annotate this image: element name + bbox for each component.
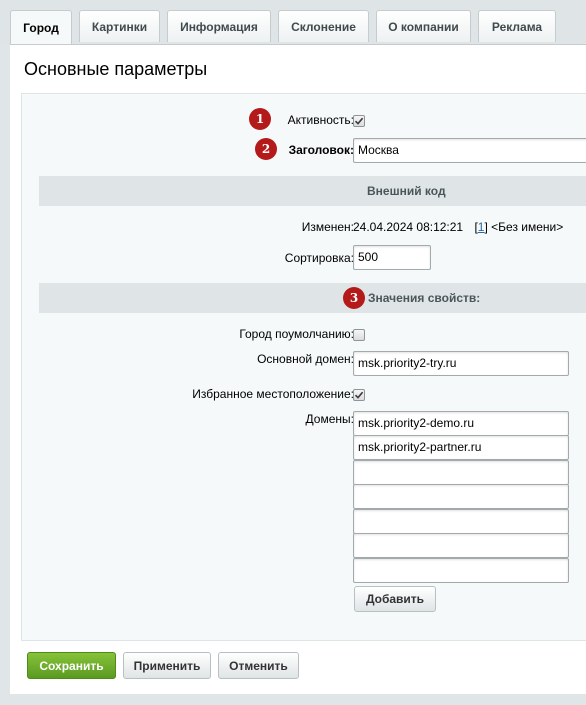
main-domain-input[interactable]: msk.priority2-try.ru <box>353 351 569 376</box>
step-badge-3: 3 <box>343 287 365 309</box>
favorite-location-label: Избранное местоположение: <box>192 387 354 401</box>
section-title: Внешний код <box>367 184 446 198</box>
active-label: Активность: <box>287 113 354 127</box>
main-panel: Основные параметры 1 Активность: 2 Загол… <box>10 44 586 694</box>
tab-declension[interactable]: Склонение <box>278 10 369 42</box>
checkmark-icon <box>354 391 364 399</box>
modified-datetime: 24.04.2024 08:12:21 <box>353 220 464 234</box>
modified-label: Изменен: <box>301 220 354 234</box>
tab-label: Город <box>23 20 59 35</box>
tab-information[interactable]: Информация <box>167 10 271 42</box>
tab-label: Информация <box>180 19 258 34</box>
cancel-button[interactable]: Отменить <box>218 652 299 679</box>
bracket-close: ] <box>484 220 488 234</box>
domains-label: Домены: <box>305 412 354 426</box>
section-title: Значения свойств: <box>368 291 481 305</box>
active-checkbox[interactable] <box>353 115 365 127</box>
domain-input[interactable] <box>353 533 569 558</box>
sort-input[interactable]: 500 <box>353 245 431 270</box>
domain-input[interactable]: msk.priority2-partner.ru <box>353 435 569 460</box>
add-domain-button[interactable]: Добавить <box>354 586 436 612</box>
properties-section: 3 Значения свойств: <box>39 283 586 313</box>
save-button[interactable]: Сохранить <box>27 652 116 679</box>
external-code-section: Внешний код <box>39 176 586 206</box>
domain-input[interactable] <box>353 509 569 534</box>
modified-value: 24.04.2024 08:12:21 [1] <Без имени> <box>353 220 563 234</box>
checkmark-icon <box>354 117 364 125</box>
default-city-checkbox[interactable] <box>353 329 365 341</box>
sort-label: Сортировка: <box>284 251 354 265</box>
tab-label: Картинки <box>91 19 148 34</box>
tab-images[interactable]: Картинки <box>79 10 160 42</box>
favorite-location-checkbox[interactable] <box>353 389 365 401</box>
tab-label: Склонение <box>291 19 356 34</box>
tab-label: Реклама <box>491 19 543 34</box>
domain-input[interactable] <box>353 484 569 509</box>
main-domain-label: Основной домен: <box>257 352 354 366</box>
page-title: Основные параметры <box>24 59 208 79</box>
tab-city[interactable]: Город <box>10 10 72 44</box>
user-name: <Без имени> <box>491 220 564 234</box>
form-area: 1 Активность: 2 Заголовок: Москва Внешни… <box>21 93 586 641</box>
title-input[interactable]: Москва <box>353 138 586 163</box>
tab-label: О компании <box>388 19 459 34</box>
title-label: Заголовок: <box>288 143 354 157</box>
step-badge-2: 2 <box>255 138 277 160</box>
tab-bar: Город Картинки Информация Склонение О ко… <box>0 0 586 44</box>
default-city-label: Город поумолчанию: <box>239 327 354 341</box>
tab-advertising[interactable]: Реклама <box>478 10 556 42</box>
apply-button[interactable]: Применить <box>123 652 211 679</box>
tab-about-company[interactable]: О компании <box>376 10 471 42</box>
domain-input[interactable]: msk.priority2-demo.ru <box>353 411 569 436</box>
domain-input[interactable] <box>353 460 569 485</box>
domain-input[interactable] <box>353 558 569 583</box>
step-badge-1: 1 <box>249 108 271 130</box>
